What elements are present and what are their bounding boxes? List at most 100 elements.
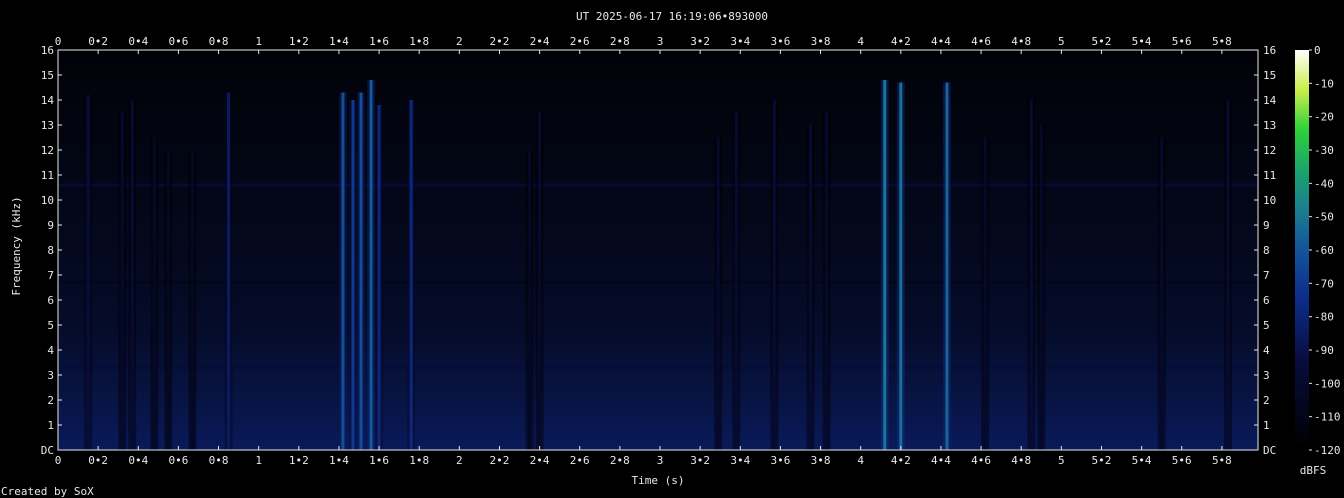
x-tick-label-bottom: 0•8	[209, 454, 229, 467]
y-axis-label: Frequency (kHz)	[10, 196, 23, 295]
x-tick-label-top: 2•8	[610, 35, 630, 48]
transient-line	[227, 92, 231, 450]
y-tick-label-left: 10	[41, 194, 54, 207]
x-tick-label-bottom: 3•4	[730, 454, 750, 467]
colorbar	[1295, 50, 1309, 450]
transient-line	[1160, 137, 1164, 450]
transient-line	[1039, 125, 1043, 450]
y-tick-label-right: 11	[1263, 169, 1276, 182]
x-tick-label-top: 5•8	[1212, 35, 1232, 48]
x-tick-label-bottom: 3	[657, 454, 664, 467]
x-tick-label-bottom: 4•2	[891, 454, 911, 467]
colorbar-tick-label: -20	[1314, 111, 1334, 124]
transient-line	[716, 137, 720, 450]
chart-title: UT 2025-06-17 16:19:06•893000	[576, 10, 768, 23]
y-tick-label-right: 9	[1263, 219, 1270, 232]
x-tick-label-bottom: 1	[255, 454, 262, 467]
y-tick-label-right: 14	[1263, 94, 1277, 107]
y-tick-label-right: 1	[1263, 419, 1270, 432]
x-tick-label-top: 1•6	[369, 35, 389, 48]
x-tick-label-top: 5	[1058, 35, 1065, 48]
transient-line	[809, 125, 813, 450]
x-tick-label-bottom: 1•6	[369, 454, 389, 467]
x-tick-label-bottom: 2•2	[490, 454, 510, 467]
x-tick-label-top: 4	[857, 35, 864, 48]
x-tick-label-top: 1•2	[289, 35, 309, 48]
y-tick-label-right: 5	[1263, 319, 1270, 332]
y-tick-label-right: 8	[1263, 244, 1270, 257]
x-tick-label-bottom: 5•6	[1172, 454, 1192, 467]
y-tick-label-left: 1	[47, 419, 54, 432]
transient-line	[772, 100, 776, 450]
y-tick-label-left: 16	[41, 44, 54, 57]
x-tick-label-top: 3•6	[770, 35, 790, 48]
x-tick-label-bottom: 3•6	[770, 454, 790, 467]
tone-line	[58, 183, 1258, 187]
x-tick-label-bottom: 5•2	[1092, 454, 1112, 467]
x-tick-label-bottom: 5•8	[1212, 454, 1232, 467]
x-tick-label-bottom: 0•2	[88, 454, 108, 467]
colorbar-tick-label: -30	[1314, 144, 1334, 157]
y-tick-label-left: 2	[47, 394, 54, 407]
x-axis-label: Time (s)	[632, 474, 685, 487]
y-tick-label-left: 11	[41, 169, 54, 182]
x-tick-label-top: 5•2	[1092, 35, 1112, 48]
x-tick-label-bottom: 3•8	[811, 454, 831, 467]
y-tick-label-left: 8	[47, 244, 54, 257]
y-tick-label-left: 9	[47, 219, 54, 232]
y-tick-label-left: 12	[41, 144, 54, 157]
transient-line	[945, 82, 949, 450]
colorbar-tick-label: -60	[1314, 244, 1334, 257]
x-tick-label-bottom: 1•8	[409, 454, 429, 467]
x-tick-label-top: 4•4	[931, 35, 951, 48]
y-tick-label-left: 5	[47, 319, 54, 332]
tone-line	[58, 281, 1258, 284]
x-tick-label-top: 0•4	[128, 35, 148, 48]
transient-line	[883, 80, 887, 450]
x-tick-label-bottom: 2•8	[610, 454, 630, 467]
transient-line	[86, 95, 90, 450]
x-tick-label-bottom: 2•4	[530, 454, 550, 467]
transient-line	[528, 150, 532, 450]
transient-line	[359, 92, 363, 450]
y-tick-label-right: 4	[1263, 344, 1270, 357]
transient-line	[369, 80, 373, 450]
y-tick-label-right: 6	[1263, 294, 1270, 307]
y-tick-label-right: 10	[1263, 194, 1276, 207]
x-tick-label-top: 0•6	[168, 35, 188, 48]
y-tick-label-left: 6	[47, 294, 54, 307]
plot-area	[58, 50, 1258, 450]
y-tick-label-right: 15	[1263, 69, 1276, 82]
x-tick-label-top: 4•2	[891, 35, 911, 48]
colorbar-tick-label: -120	[1314, 444, 1341, 457]
y-tick-label-right: DC	[1263, 444, 1276, 457]
x-tick-label-bottom: 0	[55, 454, 62, 467]
x-tick-label-bottom: 5	[1058, 454, 1065, 467]
colorbar-tick-label: -50	[1314, 211, 1334, 224]
transient-line	[130, 100, 134, 450]
y-tick-label-left: 3	[47, 369, 54, 382]
x-tick-label-bottom: 1•4	[329, 454, 349, 467]
x-tick-label-bottom: 1•2	[289, 454, 309, 467]
x-tick-label-top: 3•4	[730, 35, 750, 48]
y-tick-label-right: 13	[1263, 119, 1276, 132]
transient-line	[409, 100, 413, 450]
footer-credit: Created by SoX	[1, 485, 94, 498]
x-tick-label-bottom: 2	[456, 454, 463, 467]
y-tick-label-right: 2	[1263, 394, 1270, 407]
transient-line	[341, 92, 345, 450]
x-tick-label-top: 3	[657, 35, 664, 48]
x-tick-label-top: 0	[55, 35, 62, 48]
colorbar-tick-label: 0	[1314, 44, 1321, 57]
x-tick-label-top: 0•8	[209, 35, 229, 48]
x-tick-label-top: 3•8	[811, 35, 831, 48]
x-tick-label-bottom: 0•4	[128, 454, 148, 467]
x-tick-label-top: 1•8	[409, 35, 429, 48]
noise-floor	[58, 50, 1258, 450]
x-tick-label-top: 2•2	[490, 35, 510, 48]
y-tick-label-right: 16	[1263, 44, 1276, 57]
colorbar-tick-label: -40	[1314, 177, 1334, 190]
x-tick-label-bottom: 4•8	[1011, 454, 1031, 467]
transient-line	[152, 137, 156, 450]
x-tick-label-top: 4•8	[1011, 35, 1031, 48]
